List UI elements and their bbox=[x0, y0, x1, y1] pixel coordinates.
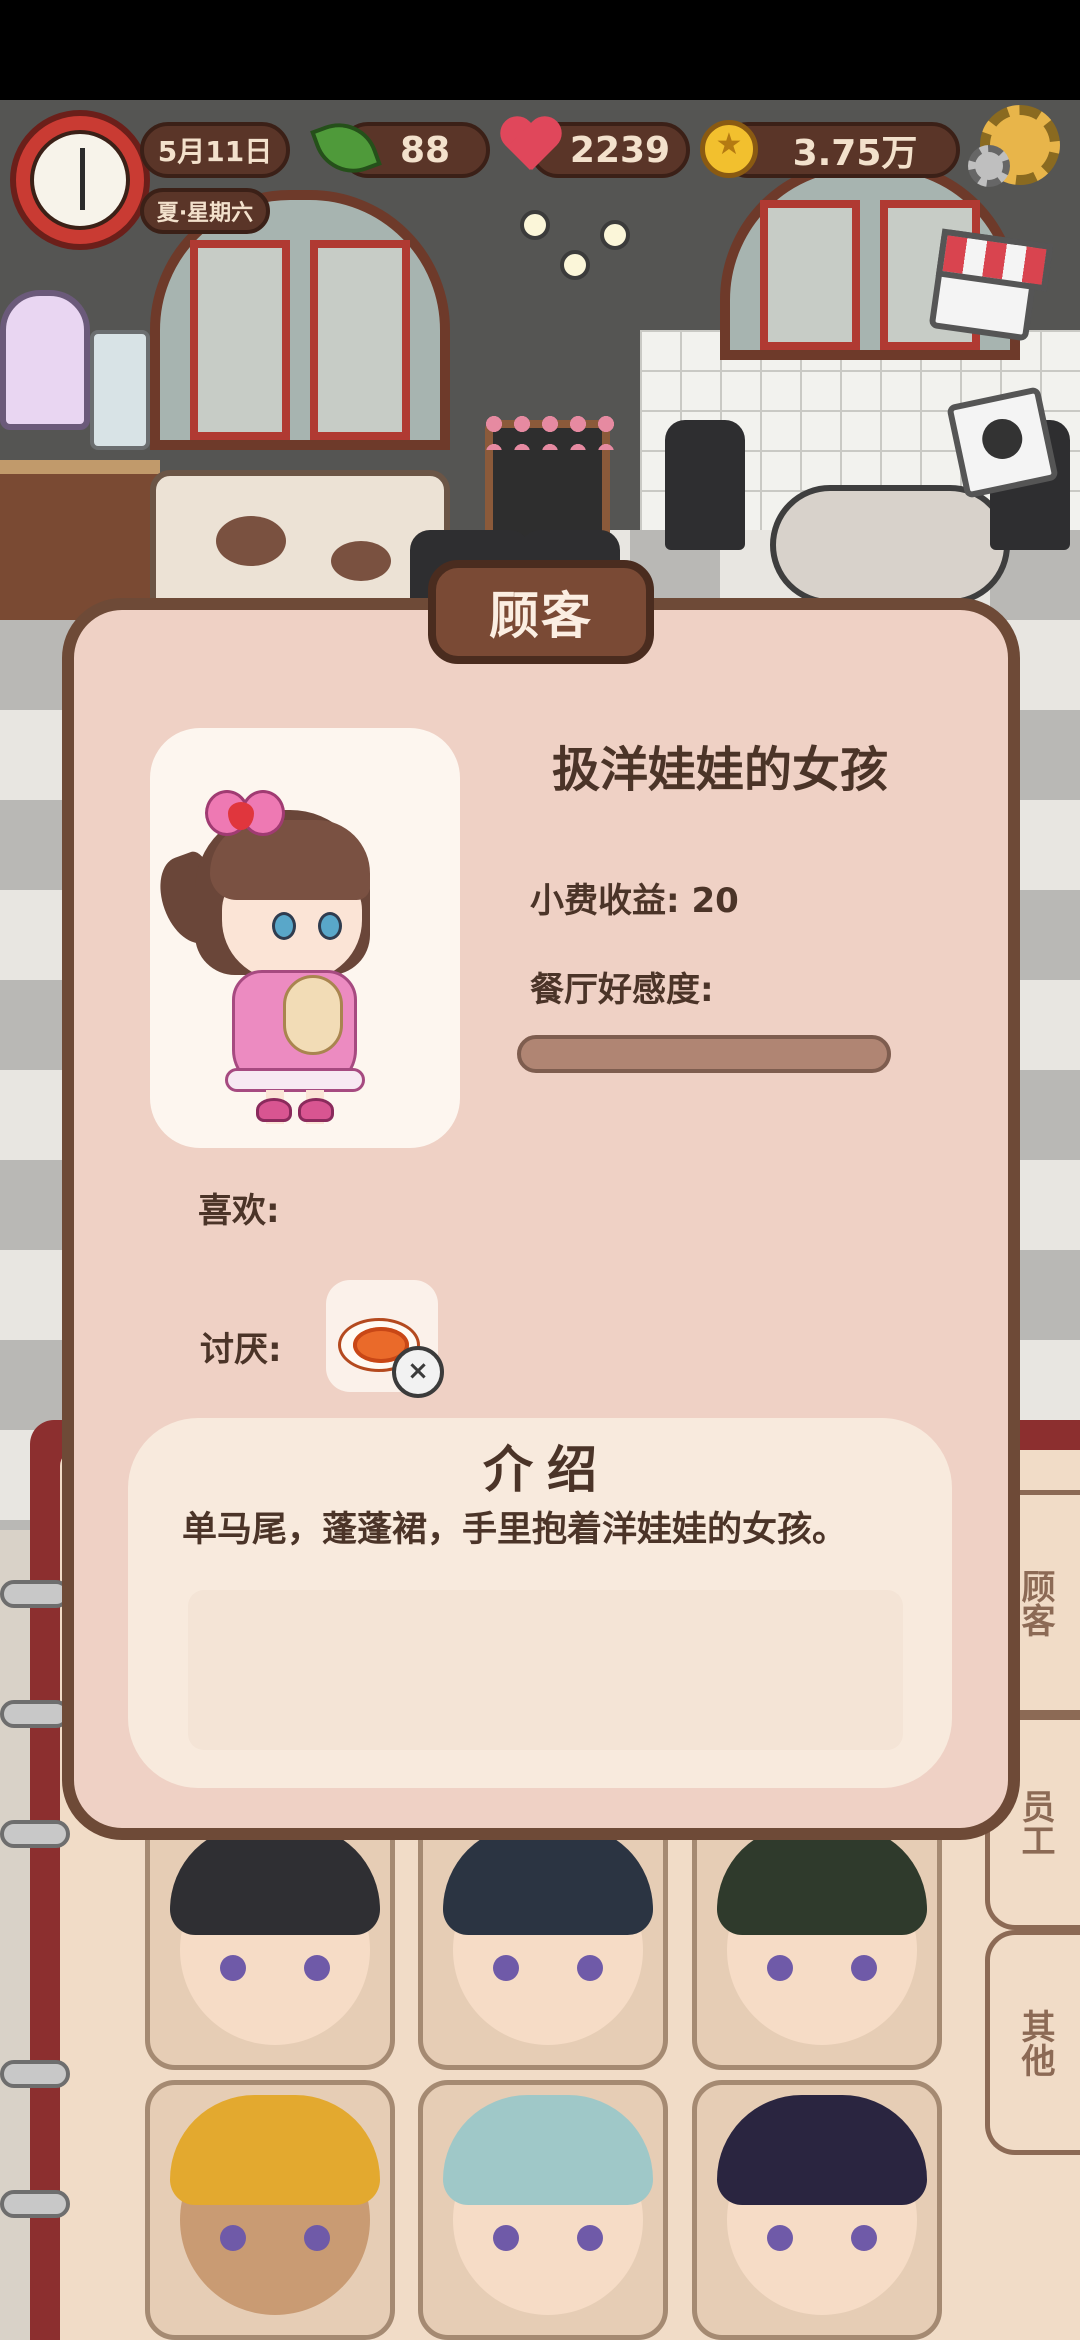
likes-label: 喜欢: bbox=[198, 1191, 280, 1231]
dislikes-label: 讨厌: bbox=[200, 1330, 282, 1370]
tip-income: 小费收益: 20 bbox=[530, 873, 739, 922]
girl-shoe bbox=[256, 1098, 292, 1122]
modal-title-tab: 顾客 bbox=[428, 560, 654, 664]
tip-label: 小费收益: bbox=[530, 881, 680, 921]
annoyed-face-icon: × bbox=[392, 1346, 444, 1398]
girl-eye bbox=[272, 912, 296, 940]
favor-progress-bar bbox=[517, 1035, 891, 1073]
dress-frill bbox=[225, 1068, 365, 1092]
character-name: 扱洋娃娃的女孩 bbox=[551, 742, 888, 798]
intro-text-area bbox=[188, 1590, 903, 1750]
girl-shoe bbox=[298, 1098, 334, 1122]
modal-title: 顾客 bbox=[489, 587, 593, 645]
girl-eye bbox=[318, 912, 342, 940]
intro-text: 单马尾，蓬蓬裙，手里抱着洋娃娃的女孩。 bbox=[182, 1510, 848, 1550]
doll-icon bbox=[283, 975, 343, 1055]
tip-value: 20 bbox=[691, 881, 739, 921]
intro-title: 介绍 bbox=[483, 1441, 611, 1499]
disliked-dish[interactable]: × bbox=[326, 1280, 444, 1398]
favor-label: 餐厅好感度: bbox=[530, 970, 714, 1010]
